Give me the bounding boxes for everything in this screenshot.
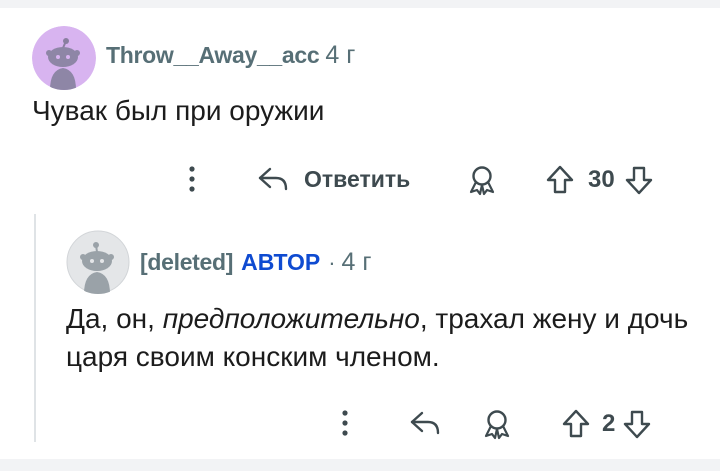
more-vertical-icon bbox=[342, 410, 348, 436]
comment-1-score: 30 bbox=[588, 166, 615, 193]
comment-2-reply-button[interactable] bbox=[408, 407, 442, 439]
snoo-avatar-icon bbox=[66, 230, 130, 294]
comment-2-username: [deleted] bbox=[140, 249, 234, 275]
upvote-icon[interactable] bbox=[544, 164, 576, 196]
comment-2-award-button[interactable] bbox=[481, 408, 513, 440]
comment-2-more-button[interactable] bbox=[339, 408, 351, 438]
comment-1-age: 4 г bbox=[325, 41, 356, 69]
award-icon bbox=[484, 410, 510, 440]
comment-1-reply-button[interactable]: Ответить bbox=[256, 163, 410, 195]
top-divider bbox=[0, 0, 720, 8]
comment-2-body-start: Да, он, bbox=[66, 303, 163, 334]
downvote-icon[interactable] bbox=[623, 164, 655, 196]
comment-2-avatar bbox=[66, 230, 130, 294]
comment-2-body: Да, он, предположительно, трахал жену и … bbox=[66, 300, 706, 376]
comment-2-body-italic: предположительно bbox=[162, 303, 420, 334]
comment-2-age: 4 г bbox=[341, 248, 372, 276]
comment-2-vote: 2 bbox=[560, 408, 653, 440]
bottom-divider bbox=[0, 459, 720, 471]
comment-1-body: Чувак был при оружии bbox=[32, 95, 325, 126]
comment-2-score: 2 bbox=[602, 410, 616, 437]
comment-1-meta: Throw__Away__acc 4 г bbox=[106, 41, 355, 70]
meta-separator: · bbox=[328, 250, 336, 275]
reply-icon bbox=[410, 411, 440, 435]
comment-2-meta: [deleted] АВТОР · 4 г bbox=[140, 248, 372, 277]
comment-1-reply-label: Ответить bbox=[304, 165, 411, 192]
comment-1-username[interactable]: Throw__Away__acc bbox=[106, 42, 320, 69]
upvote-icon[interactable] bbox=[560, 408, 592, 440]
snoo-avatar-icon bbox=[32, 26, 96, 90]
reply-icon bbox=[258, 167, 288, 191]
comment-1-award-button[interactable] bbox=[466, 164, 498, 196]
comment-1-avatar[interactable] bbox=[32, 26, 96, 90]
author-badge: АВТОР bbox=[241, 249, 321, 275]
more-vertical-icon bbox=[189, 166, 195, 192]
comment-1-more-button[interactable] bbox=[186, 164, 198, 194]
downvote-icon[interactable] bbox=[621, 408, 653, 440]
award-icon bbox=[469, 166, 495, 196]
thread-line[interactable] bbox=[34, 214, 36, 442]
comment-1-vote: 30 bbox=[544, 164, 655, 196]
